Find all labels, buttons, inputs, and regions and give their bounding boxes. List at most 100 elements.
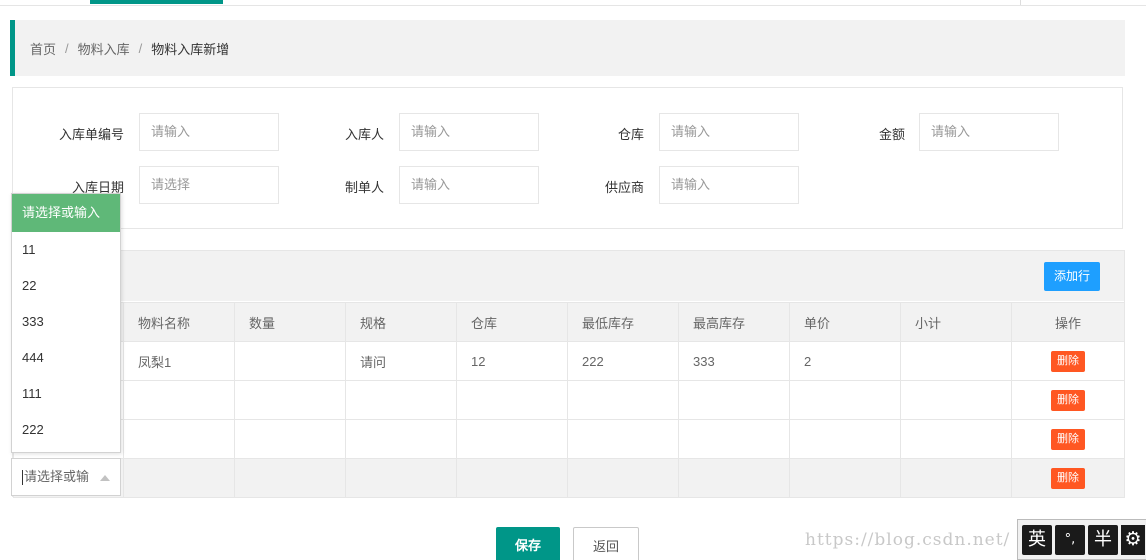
header-min-stock: 最低库存 [567, 302, 679, 342]
supplier-input[interactable]: 请输入 [659, 166, 799, 204]
cell-min-stock[interactable] [567, 419, 679, 459]
table-row: 凤梨1 请问 12 222 333 2 删除 [13, 341, 1125, 381]
inbound-person-input[interactable]: 请输入 [399, 113, 539, 151]
cell-spec[interactable] [345, 419, 457, 459]
inbound-person-label: 入库人 [344, 127, 384, 142]
inbound-no-input[interactable]: 请输入 [139, 113, 279, 151]
dropdown-option[interactable]: 333 [12, 304, 120, 340]
cell-min-stock[interactable] [567, 458, 679, 498]
amount-label: 金额 [878, 127, 905, 142]
table-toolbar: 添加行 [13, 251, 1124, 301]
ime-language-toggle[interactable]: 英 [1022, 524, 1052, 555]
cell-subtotal [900, 380, 1012, 420]
table-row: 删除 [13, 419, 1125, 459]
cell-min-stock[interactable]: 222 [567, 341, 679, 381]
supplier-label: 供应商 [604, 180, 644, 195]
cell-quantity[interactable] [234, 341, 346, 381]
text-cursor [22, 470, 23, 486]
tab-strip-divider [1020, 0, 1021, 5]
header-quantity: 数量 [234, 302, 346, 342]
delete-row-button[interactable]: 删除 [1051, 350, 1085, 372]
dropdown-option[interactable]: 222 [12, 412, 120, 448]
delete-row-button[interactable]: 删除 [1051, 389, 1085, 411]
cell-material-name[interactable]: 凤梨1 [123, 341, 235, 381]
warehouse-input[interactable]: 请输入 [659, 113, 799, 151]
creator-label: 制单人 [344, 180, 384, 195]
gear-icon[interactable]: ⚙ [1121, 524, 1145, 555]
cell-actions: 删除 [1011, 458, 1125, 498]
cell-quantity[interactable] [234, 458, 346, 498]
cell-max-stock[interactable] [678, 419, 790, 459]
cell-unit-price[interactable] [789, 380, 901, 420]
cell-material-name[interactable] [123, 458, 235, 498]
ime-punctuation-toggle[interactable]: °, [1055, 524, 1085, 555]
cell-spec[interactable]: 请问 [345, 341, 457, 381]
cell-quantity[interactable] [234, 380, 346, 420]
header-material-name: 物料名称 [123, 302, 235, 342]
cell-warehouse[interactable] [456, 419, 568, 459]
cell-warehouse[interactable]: 12 [456, 341, 568, 381]
cell-material-name[interactable] [123, 380, 235, 420]
dropdown-option[interactable]: 22 [12, 268, 120, 304]
cell-warehouse[interactable] [456, 458, 568, 498]
ime-width-toggle[interactable]: 半 [1088, 524, 1118, 555]
breadcrumb: 首页 / 物料入库 / 物料入库新增 [10, 20, 1125, 76]
warehouse-label: 仓库 [617, 127, 644, 142]
dropdown-option[interactable]: 444 [12, 340, 120, 376]
breadcrumb-separator: / [138, 40, 143, 56]
caret-up-icon[interactable] [100, 475, 110, 481]
cell-min-stock[interactable] [567, 380, 679, 420]
delete-row-button[interactable]: 删除 [1051, 467, 1085, 489]
table-row: 删除 [13, 380, 1125, 420]
active-tab-indicator[interactable] [90, 0, 223, 4]
detail-table: 物料名称 数量 规格 仓库 最低库存 最高库存 单价 小计 操作 凤梨1 请问 … [13, 302, 1125, 498]
save-button[interactable]: 保存 [496, 527, 560, 560]
breadcrumb-material-inbound[interactable]: 物料入库 [78, 39, 130, 58]
delete-row-button[interactable]: 删除 [1051, 428, 1085, 450]
inbound-date-input[interactable]: 请选择 [139, 166, 279, 204]
table-row: 删除 [13, 458, 1125, 498]
back-button[interactable]: 返回 [573, 527, 639, 560]
search-form-panel: 入库单编号 请输入 入库人 请输入 仓库 请输入 金额 请输入 入库日期 请选择… [12, 87, 1123, 229]
dropdown-option-placeholder[interactable]: 请选择或输入 [12, 194, 120, 232]
header-max-stock: 最高库存 [678, 302, 790, 342]
cell-warehouse[interactable] [456, 380, 568, 420]
add-row-button[interactable]: 添加行 [1044, 262, 1100, 291]
cell-max-stock[interactable]: 333 [678, 341, 790, 381]
dropdown-option[interactable]: 111 [12, 376, 120, 412]
table-header-row: 物料名称 数量 规格 仓库 最低库存 最高库存 单价 小计 操作 [13, 302, 1125, 342]
cell-material-name[interactable] [123, 419, 235, 459]
detail-table-panel: 添加行 物料名称 数量 规格 仓库 最低库存 最高库存 单价 小计 操作 凤梨1 [12, 250, 1125, 498]
cell-subtotal [900, 458, 1012, 498]
select-input-text: 请选择或输 [24, 469, 90, 484]
breadcrumb-home[interactable]: 首页 [30, 39, 56, 58]
header-spec: 规格 [345, 302, 457, 342]
cell-subtotal [900, 341, 1012, 381]
cell-actions: 删除 [1011, 419, 1125, 459]
cell-spec[interactable] [345, 458, 457, 498]
material-select-input[interactable]: 请选择或输 [11, 458, 121, 496]
cell-quantity[interactable] [234, 419, 346, 459]
dropdown-option[interactable]: 11 [12, 232, 120, 268]
header-actions: 操作 [1011, 302, 1125, 342]
creator-input[interactable]: 请输入 [399, 166, 539, 204]
cell-actions: 删除 [1011, 380, 1125, 420]
select-dropdown-menu: 请选择或输入 11 22 333 444 111 222 [11, 193, 121, 453]
ime-toolbar: 英 °, 半 ⚙ [1017, 519, 1146, 560]
header-warehouse: 仓库 [456, 302, 568, 342]
inbound-no-label: 入库单编号 [58, 127, 124, 142]
cell-max-stock[interactable] [678, 458, 790, 498]
breadcrumb-separator: / [65, 40, 69, 56]
cell-spec[interactable] [345, 380, 457, 420]
cell-unit-price[interactable] [789, 458, 901, 498]
cell-unit-price[interactable] [789, 419, 901, 459]
amount-input[interactable]: 请输入 [919, 113, 1059, 151]
header-unit-price: 单价 [789, 302, 901, 342]
cell-unit-price[interactable]: 2 [789, 341, 901, 381]
header-subtotal: 小计 [900, 302, 1012, 342]
cell-max-stock[interactable] [678, 380, 790, 420]
cell-subtotal [900, 419, 1012, 459]
cell-actions: 删除 [1011, 341, 1125, 381]
breadcrumb-current: 物料入库新增 [151, 41, 230, 57]
watermark: https://blog.csdn.net/ 208 [805, 530, 1053, 550]
